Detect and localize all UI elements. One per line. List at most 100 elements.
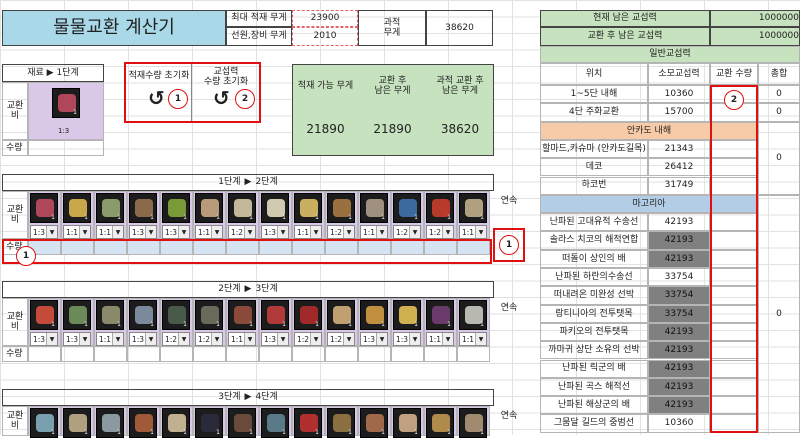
qty-input[interactable]: [292, 346, 325, 362]
qty-input[interactable]: [28, 346, 61, 362]
dropdown-arrow-icon[interactable]: ▼: [376, 226, 387, 238]
qty-input[interactable]: [160, 346, 193, 362]
ratio-select[interactable]: 1:3 ▼: [63, 332, 91, 346]
reset-trade-button[interactable]: 교섭력 수량 초기화 ↺ 2: [193, 64, 259, 121]
qty-input[interactable]: [193, 346, 226, 362]
qty-input[interactable]: [259, 346, 292, 362]
item-icon[interactable]: 1: [459, 300, 487, 330]
item-icon[interactable]: 1: [30, 300, 58, 330]
item-icon[interactable]: 1: [426, 408, 454, 438]
ratio-select[interactable]: 1:3 ▼: [30, 332, 58, 346]
dropdown-arrow-icon[interactable]: ▼: [343, 333, 354, 345]
ratio-select[interactable]: 1:3 ▼: [30, 225, 58, 239]
dropdown-arrow-icon[interactable]: ▼: [244, 333, 255, 345]
dropdown-arrow-icon[interactable]: ▼: [310, 333, 321, 345]
reset-load-button[interactable]: 적재수량 초기화 ↺ 1: [126, 64, 192, 121]
item-icon[interactable]: 1: [129, 193, 157, 223]
dropdown-arrow-icon[interactable]: ▼: [178, 226, 189, 238]
item-icon[interactable]: 1: [261, 300, 289, 330]
dropdown-arrow-icon[interactable]: ▼: [112, 226, 123, 238]
dropdown-arrow-icon[interactable]: ▼: [145, 333, 156, 345]
item-icon[interactable]: 1: [195, 408, 223, 438]
ratio-select[interactable]: 1:1 ▼: [459, 225, 487, 239]
item-icon[interactable]: 1: [393, 193, 421, 223]
ratio-select[interactable]: 1:3 ▼: [129, 225, 157, 239]
qty-input[interactable]: [61, 346, 94, 362]
item-icon[interactable]: 1: [327, 300, 355, 330]
dropdown-arrow-icon[interactable]: ▼: [46, 333, 57, 345]
item-icon[interactable]: 1: [63, 300, 91, 330]
item-icon[interactable]: 1: [30, 408, 58, 438]
ratio-select[interactable]: 1:3 ▼: [393, 332, 421, 346]
dropdown-arrow-icon[interactable]: ▼: [79, 226, 90, 238]
ratio-select[interactable]: 1:1 ▼: [63, 225, 91, 239]
item-icon[interactable]: 1: [459, 408, 487, 438]
item-icon[interactable]: 1: [393, 300, 421, 330]
item-icon[interactable]: 1: [228, 193, 256, 223]
dropdown-arrow-icon[interactable]: ▼: [376, 333, 387, 345]
item-icon[interactable]: 1: [426, 300, 454, 330]
dropdown-arrow-icon[interactable]: ▼: [310, 226, 321, 238]
dropdown-arrow-icon[interactable]: ▼: [409, 333, 420, 345]
dropdown-arrow-icon[interactable]: ▼: [442, 333, 453, 345]
item-icon[interactable]: 1: [162, 300, 190, 330]
item-icon[interactable]: 1: [360, 300, 388, 330]
ship-weight-input[interactable]: 2010: [292, 27, 358, 46]
ratio-select[interactable]: 1:2 ▼: [294, 332, 322, 346]
material-item-icon[interactable]: 1: [52, 88, 80, 118]
ratio-select[interactable]: 1:2 ▼: [228, 225, 256, 239]
ratio-select[interactable]: 1:2 ▼: [195, 332, 223, 346]
qty-input[interactable]: [457, 346, 490, 362]
dropdown-arrow-icon[interactable]: ▼: [343, 226, 354, 238]
qty-input[interactable]: [391, 346, 424, 362]
ratio-select[interactable]: 1:2 ▼: [327, 225, 355, 239]
ratio-select[interactable]: 1:3 ▼: [261, 332, 289, 346]
ratio-select[interactable]: 1:1 ▼: [294, 225, 322, 239]
item-icon[interactable]: 1: [63, 408, 91, 438]
dropdown-arrow-icon[interactable]: ▼: [475, 226, 486, 238]
dropdown-arrow-icon[interactable]: ▼: [475, 333, 486, 345]
item-icon[interactable]: 1: [294, 300, 322, 330]
item-icon[interactable]: 1: [360, 408, 388, 438]
ratio-select[interactable]: 1:2 ▼: [426, 225, 454, 239]
item-icon[interactable]: 1: [96, 408, 124, 438]
ratio-select[interactable]: 1:2 ▼: [327, 332, 355, 346]
ratio-select[interactable]: 1:1 ▼: [96, 225, 124, 239]
item-icon[interactable]: 1: [162, 193, 190, 223]
qty-input[interactable]: [127, 346, 160, 362]
ratio-select[interactable]: 1:3 ▼: [162, 225, 190, 239]
dropdown-arrow-icon[interactable]: ▼: [442, 226, 453, 238]
item-icon[interactable]: 1: [360, 193, 388, 223]
qty-input[interactable]: [424, 346, 457, 362]
ratio-select[interactable]: 1:3 ▼: [261, 225, 289, 239]
max-load-input[interactable]: 23900: [292, 10, 358, 27]
dropdown-arrow-icon[interactable]: ▼: [211, 333, 222, 345]
ratio-select[interactable]: 1:2 ▼: [162, 332, 190, 346]
ratio-select[interactable]: 1:2 ▼: [393, 225, 421, 239]
item-icon[interactable]: 1: [327, 408, 355, 438]
item-icon[interactable]: 1: [96, 300, 124, 330]
dropdown-arrow-icon[interactable]: ▼: [112, 333, 123, 345]
item-icon[interactable]: 1: [294, 408, 322, 438]
item-icon[interactable]: 1: [195, 300, 223, 330]
item-icon[interactable]: 1: [393, 408, 421, 438]
dropdown-arrow-icon[interactable]: ▼: [79, 333, 90, 345]
item-icon[interactable]: 1: [129, 300, 157, 330]
item-icon[interactable]: 1: [63, 193, 91, 223]
ratio-select[interactable]: 1:1 ▼: [360, 225, 388, 239]
item-icon[interactable]: 1: [426, 193, 454, 223]
dropdown-arrow-icon[interactable]: ▼: [409, 226, 420, 238]
item-icon[interactable]: 1: [96, 193, 124, 223]
ratio-select[interactable]: 1:1 ▼: [195, 225, 223, 239]
ratio-select[interactable]: 1:3 ▼: [129, 332, 157, 346]
item-icon[interactable]: 1: [327, 193, 355, 223]
dropdown-arrow-icon[interactable]: ▼: [178, 333, 189, 345]
qty-input[interactable]: [226, 346, 259, 362]
ratio-select[interactable]: 1:1 ▼: [426, 332, 454, 346]
item-icon[interactable]: 1: [459, 193, 487, 223]
dropdown-arrow-icon[interactable]: ▼: [46, 226, 57, 238]
ratio-select[interactable]: 1:3 ▼: [360, 332, 388, 346]
item-icon[interactable]: 1: [195, 193, 223, 223]
item-icon[interactable]: 1: [294, 193, 322, 223]
material-qty-input[interactable]: [28, 140, 104, 156]
